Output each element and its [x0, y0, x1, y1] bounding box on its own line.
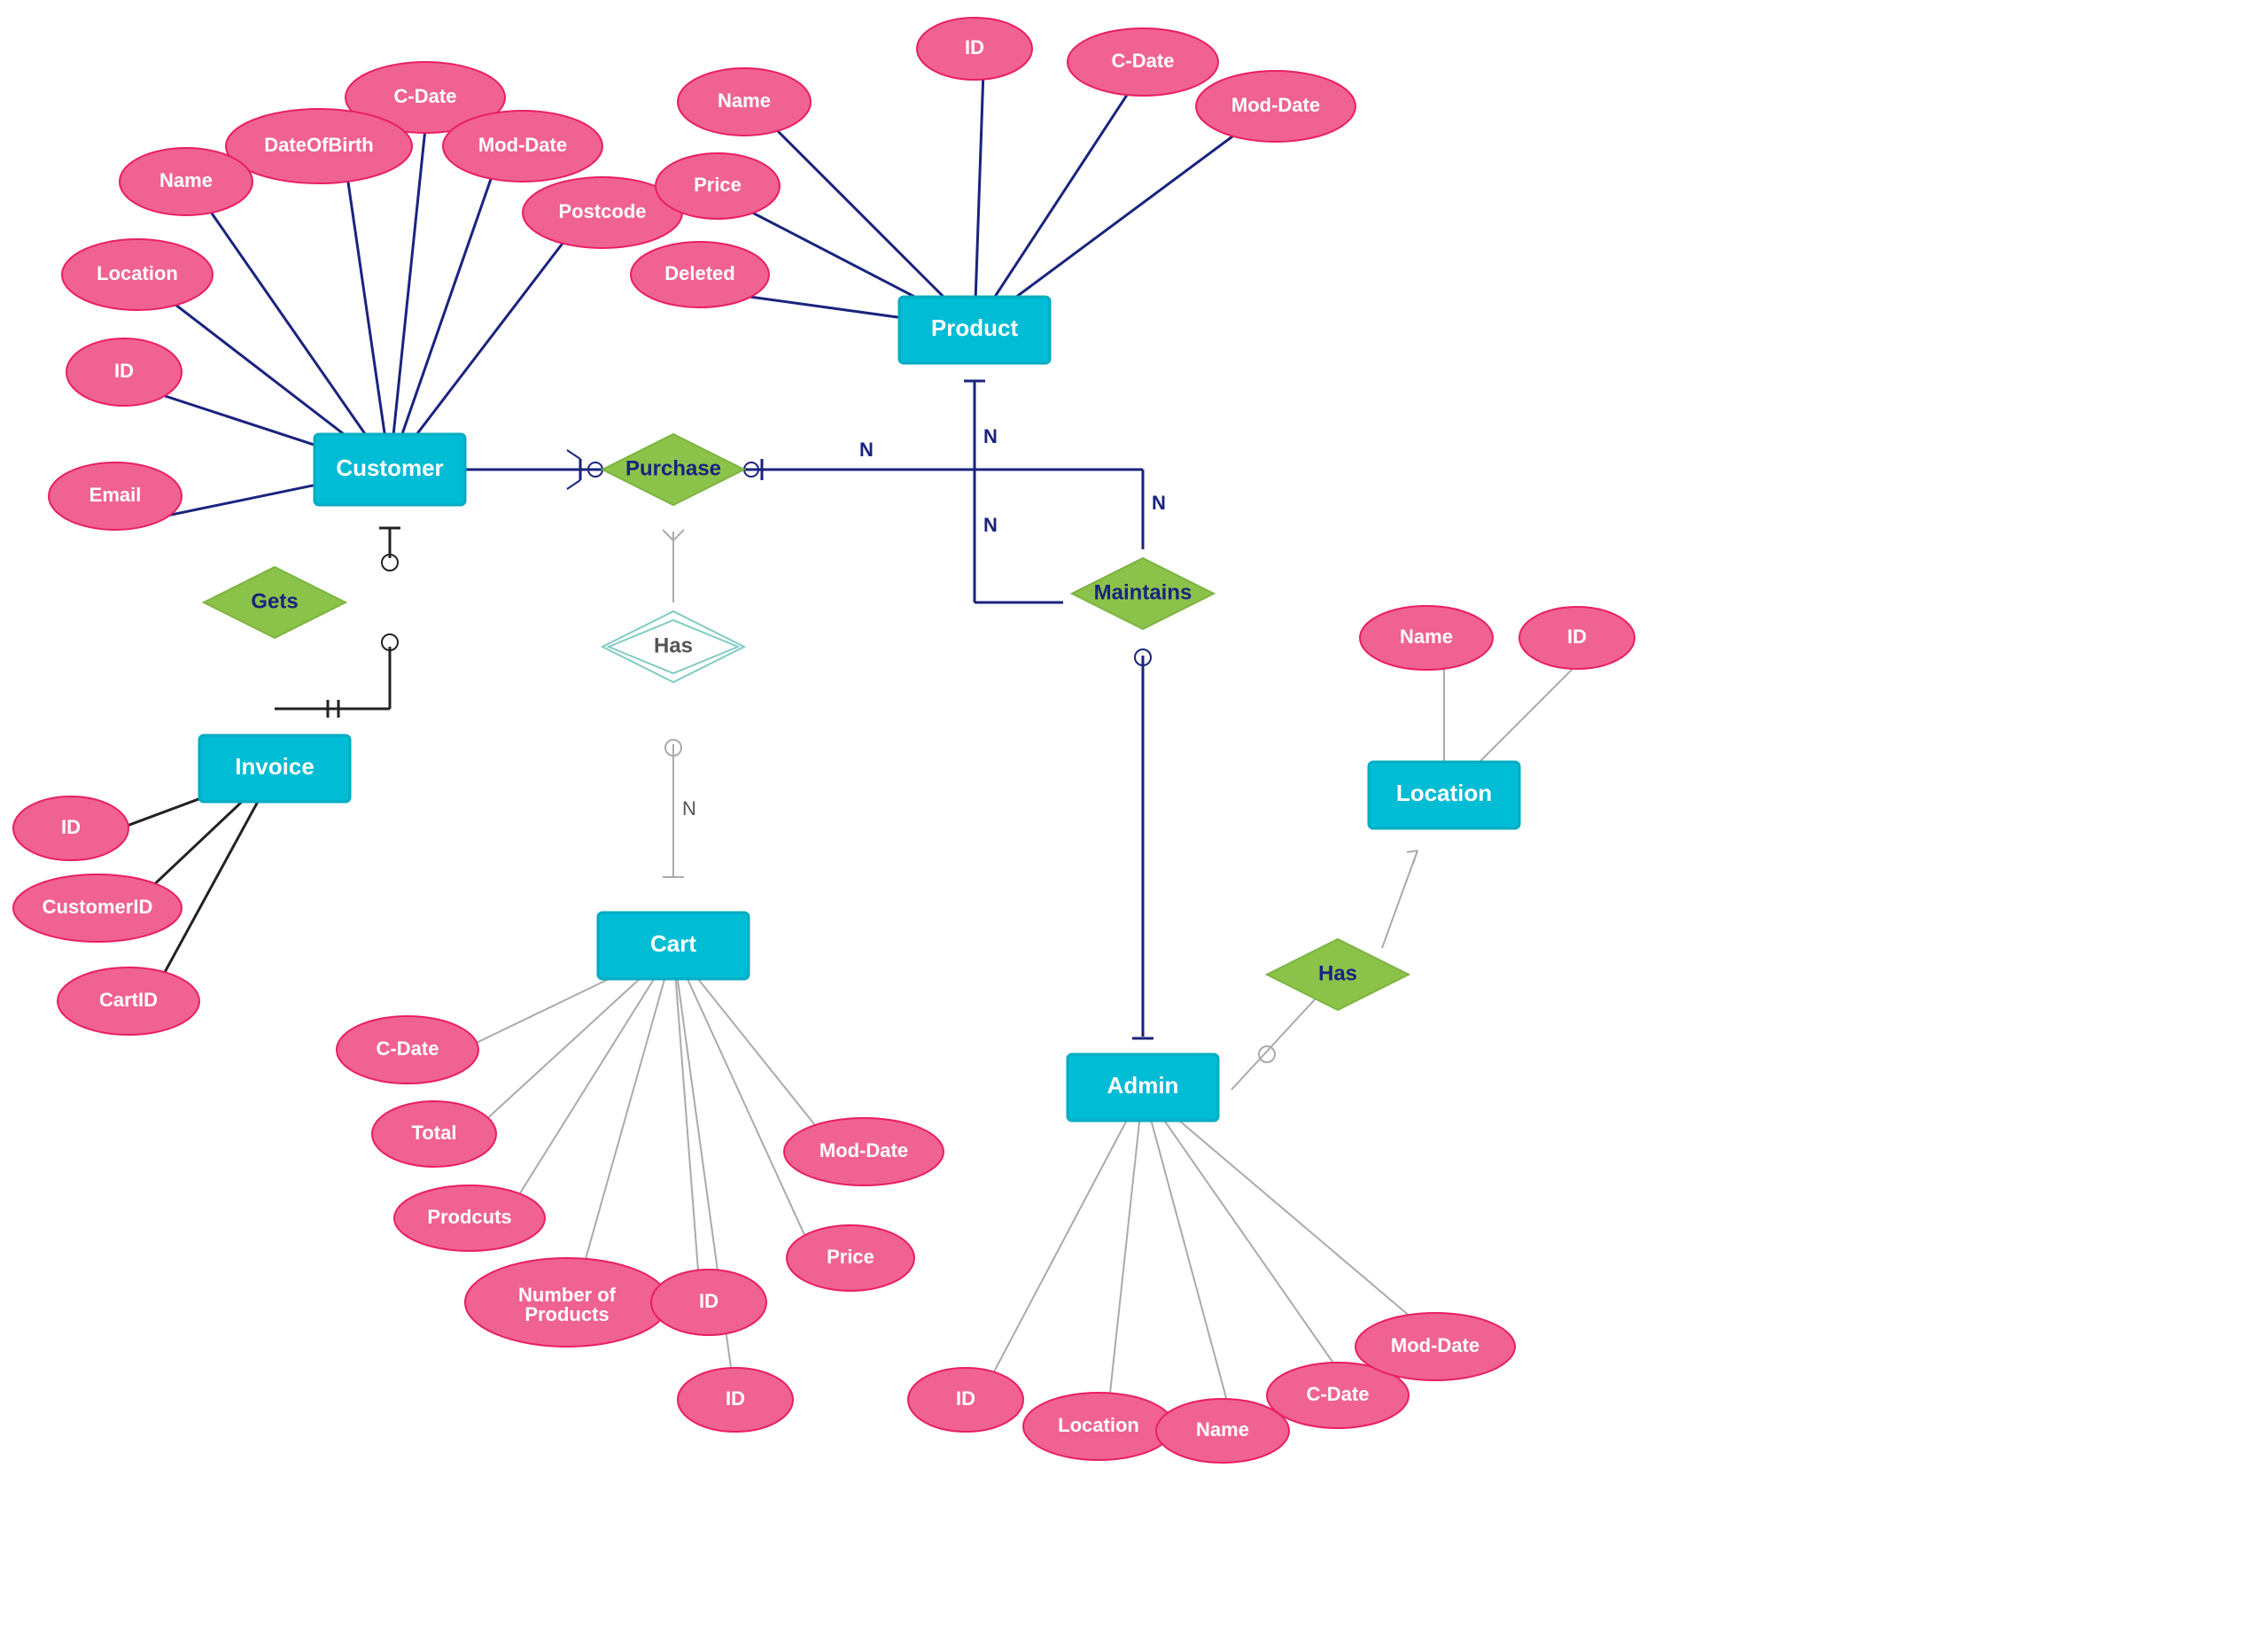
attr-customer-cdate-label: C-Date [394, 85, 457, 107]
attr-cart-price-label: Price [827, 1246, 874, 1268]
attr-admin-name-label: Name [1196, 1418, 1249, 1441]
attr-cart-numproducts-label2: Products [524, 1303, 609, 1325]
attr-customer-dob-label: DateOfBirth [264, 134, 373, 156]
attr-product-name-label: Name [718, 89, 771, 112]
er-diagram: N N N N N [0, 0, 2268, 1639]
attr-customer-name-label: Name [159, 169, 213, 191]
attr-product-deleted-label: Deleted [664, 262, 734, 284]
attr-admin-moddate-label: Mod-Date [1391, 1334, 1480, 1356]
entity-invoice-label: Invoice [235, 753, 315, 780]
entity-admin-label: Admin [1107, 1072, 1179, 1099]
entity-cart-label: Cart [650, 930, 696, 957]
rel-has-loc-label: Has [1318, 961, 1357, 985]
attr-location-id-label: ID [1567, 625, 1587, 648]
attr-location-name-label: Name [1400, 625, 1453, 648]
attr-customer-moddate-label: Mod-Date [478, 134, 567, 156]
attr-product-price-label: Price [694, 174, 742, 196]
attr-product-cdate-label: C-Date [1112, 50, 1175, 72]
svg-text:N: N [983, 425, 998, 447]
attr-invoice-customerid-label: CustomerID [43, 896, 153, 918]
rel-purchase-label: Purchase [625, 456, 721, 480]
attr-admin-id-label: ID [956, 1387, 975, 1410]
attr-cart-id2-label: ID [726, 1387, 745, 1410]
rel-gets-label: Gets [251, 589, 298, 613]
attr-invoice-cartid-label: CartID [99, 989, 158, 1011]
attr-cart-total-label: Total [412, 1122, 457, 1144]
attr-cart-id-label: ID [699, 1290, 718, 1312]
entity-customer-label: Customer [336, 454, 443, 481]
attr-invoice-id-label: ID [61, 816, 81, 838]
attr-product-moddate-label: Mod-Date [1231, 94, 1320, 116]
attr-admin-cdate-label: C-Date [1307, 1383, 1370, 1405]
attr-cart-products-label: Prodcuts [427, 1206, 511, 1228]
svg-text:N: N [1152, 492, 1166, 514]
rel-has-cart-label: Has [654, 633, 693, 657]
attr-customer-location-label: Location [97, 262, 178, 284]
svg-text:N: N [859, 439, 874, 461]
svg-text:N: N [682, 797, 696, 820]
attr-customer-email-label: Email [89, 484, 142, 506]
rel-maintains-label: Maintains [1094, 580, 1192, 604]
attr-product-id-label: ID [965, 36, 984, 58]
entity-location-label: Location [1396, 780, 1492, 806]
attr-cart-moddate-label: Mod-Date [819, 1139, 908, 1161]
attr-customer-postcode-label: Postcode [558, 200, 646, 222]
svg-text:N: N [983, 514, 998, 536]
attr-customer-id-label: ID [114, 360, 134, 382]
entity-product-label: Product [931, 315, 1019, 341]
attr-admin-location-label: Location [1058, 1414, 1139, 1436]
attr-cart-cdate-label: C-Date [377, 1037, 439, 1060]
